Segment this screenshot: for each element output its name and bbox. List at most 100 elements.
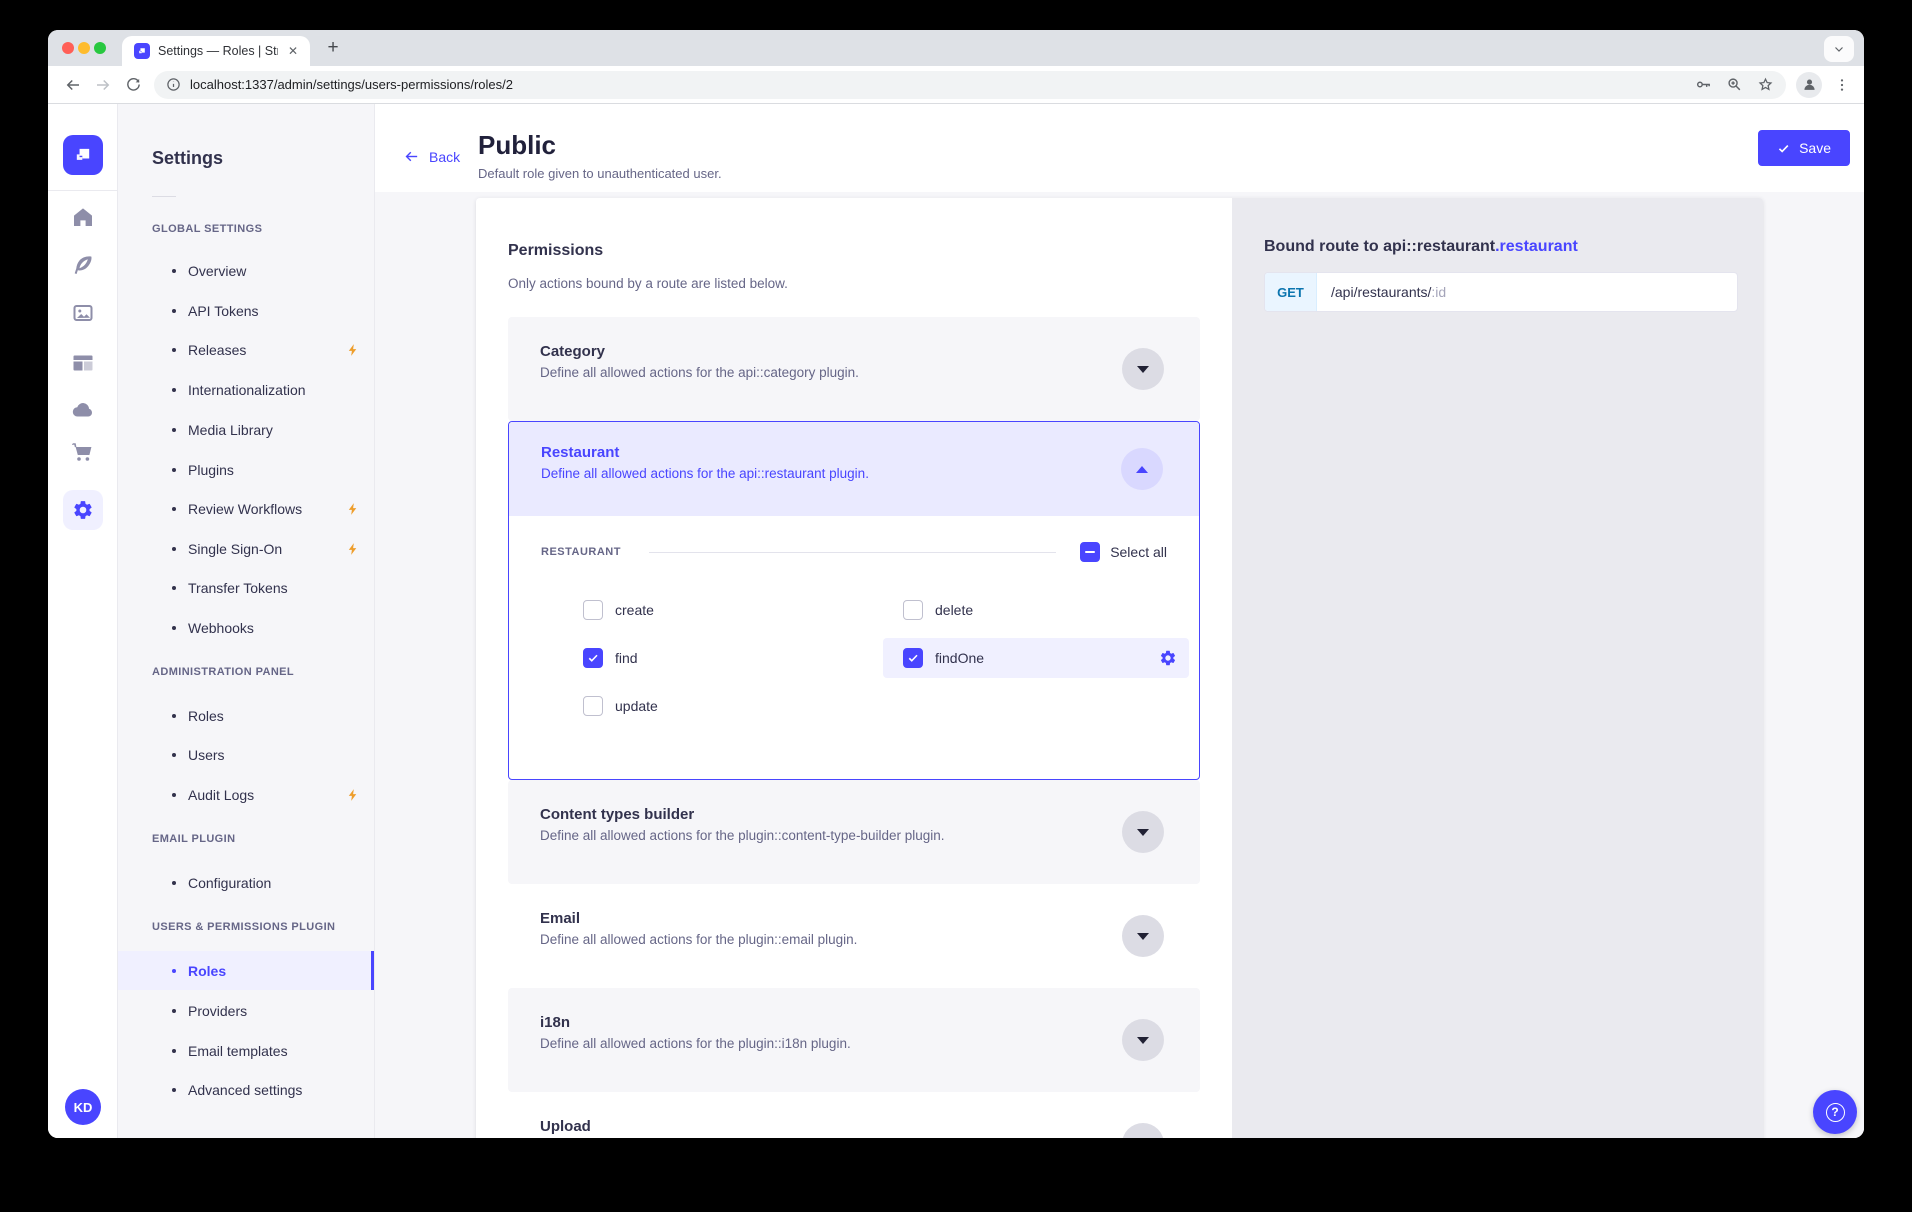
- zoom-window-button[interactable]: [94, 42, 106, 54]
- close-window-button[interactable]: [62, 42, 74, 54]
- browser-tab[interactable]: Settings — Roles | Strapi ✕: [122, 36, 310, 66]
- sidebar-item-internationalization[interactable]: Internationalization: [172, 378, 360, 402]
- settings-subnav: Settings GLOBAL SETTINGS Overview API To…: [118, 104, 375, 1138]
- sidebar-item-transfer-tokens[interactable]: Transfer Tokens: [172, 576, 360, 600]
- sidebar-item-audit-logs[interactable]: Audit Logs: [172, 783, 360, 807]
- question-mark-icon: ?: [1826, 1103, 1845, 1122]
- find-checkbox[interactable]: [583, 648, 603, 668]
- subnav-title: Settings: [152, 148, 223, 169]
- bullet-icon: [172, 1088, 176, 1092]
- delete-checkbox[interactable]: [903, 600, 923, 620]
- sidebar-item-providers[interactable]: Providers: [172, 999, 360, 1023]
- action-find[interactable]: find: [563, 638, 883, 678]
- accordion-desc: Define all allowed actions for the plugi…: [540, 828, 1080, 843]
- bullet-icon: [172, 547, 176, 551]
- sidebar-item-plugins[interactable]: Plugins: [172, 458, 360, 482]
- main-nav-rail: KD: [48, 104, 118, 1138]
- create-checkbox[interactable]: [583, 600, 603, 620]
- accordion-restaurant-header[interactable]: Restaurant Define all allowed actions fo…: [509, 422, 1199, 516]
- bullet-icon: [172, 586, 176, 590]
- url-text[interactable]: localhost:1337/admin/settings/users-perm…: [190, 77, 1695, 92]
- tab-search-chevron-icon[interactable]: [1824, 36, 1854, 62]
- browser-profile-avatar[interactable]: [1796, 72, 1822, 98]
- expand-chevron-icon[interactable]: [1122, 1019, 1164, 1061]
- accordion-desc: Define all allowed actions for the plugi…: [540, 932, 1080, 947]
- bound-route-panel: Bound route to api::restaurant.restauran…: [1232, 198, 1763, 1138]
- sidebar-item-email-templates[interactable]: Email templates: [172, 1039, 360, 1063]
- accordion-title: i18n: [540, 1014, 1080, 1031]
- media-library-icon[interactable]: [71, 301, 95, 325]
- findone-settings-gear-icon[interactable]: [1159, 649, 1177, 667]
- sidebar-item-single-sign-on[interactable]: Single Sign-On: [172, 537, 360, 561]
- route-path: /api/restaurants/:id: [1331, 284, 1446, 300]
- back-nav-icon[interactable]: [58, 70, 88, 100]
- back-link[interactable]: Back: [403, 148, 460, 165]
- settings-gear-icon[interactable]: [63, 490, 103, 530]
- section-divider: [649, 552, 1056, 553]
- sidebar-item-releases[interactable]: Releases: [172, 338, 360, 362]
- help-button[interactable]: ?: [1813, 1090, 1857, 1134]
- sidebar-item-api-tokens[interactable]: API Tokens: [172, 299, 360, 323]
- strapi-logo[interactable]: [63, 135, 103, 175]
- tab-close-icon[interactable]: ✕: [284, 42, 302, 60]
- browser-window: Settings — Roles | Strapi ✕ + localhost:…: [48, 30, 1864, 1138]
- home-icon[interactable]: [71, 205, 95, 229]
- sidebar-item-users[interactable]: Users: [172, 743, 360, 767]
- bullet-icon: [172, 507, 176, 511]
- user-avatar[interactable]: KD: [65, 1089, 101, 1125]
- findone-checkbox[interactable]: [903, 648, 923, 668]
- action-findone[interactable]: findOne: [883, 638, 1189, 678]
- new-tab-button[interactable]: +: [320, 35, 346, 61]
- collapse-chevron-icon[interactable]: [1121, 448, 1163, 490]
- bullet-icon: [172, 714, 176, 718]
- sidebar-item-up-roles-active[interactable]: Roles: [118, 951, 374, 990]
- bullet-icon: [172, 388, 176, 392]
- tab-title: Settings — Roles | Strapi: [158, 44, 278, 58]
- password-key-icon[interactable]: [1695, 76, 1712, 93]
- expand-chevron-icon[interactable]: [1122, 811, 1164, 853]
- update-checkbox[interactable]: [583, 696, 603, 716]
- sidebar-item-webhooks[interactable]: Webhooks: [172, 616, 360, 640]
- accordion-category[interactable]: Category Define all allowed actions for …: [508, 317, 1200, 421]
- action-delete[interactable]: delete: [883, 590, 1189, 630]
- find-label: find: [615, 650, 638, 666]
- bookmark-star-icon[interactable]: [1757, 76, 1774, 93]
- sidebar-item-review-workflows[interactable]: Review Workflows: [172, 497, 360, 521]
- page-subtitle: Default role given to unauthenticated us…: [478, 166, 722, 181]
- sidebar-item-admin-roles[interactable]: Roles: [172, 704, 360, 728]
- page-title: Public: [478, 130, 556, 161]
- accordion-email[interactable]: Email Define all allowed actions for the…: [508, 884, 1200, 988]
- zoom-page-icon[interactable]: [1726, 76, 1743, 93]
- expand-chevron-icon[interactable]: [1122, 1123, 1164, 1138]
- site-info-icon[interactable]: [166, 77, 181, 92]
- bullet-icon: [172, 1049, 176, 1053]
- accordion-i18n[interactable]: i18n Define all allowed actions for the …: [508, 988, 1200, 1092]
- accordion-upload[interactable]: Upload: [508, 1092, 1200, 1138]
- minimize-window-button[interactable]: [78, 42, 90, 54]
- page-header: Back Public Default role given to unauth…: [375, 104, 1864, 192]
- lightning-badge-icon: [346, 788, 360, 802]
- delete-label: delete: [935, 602, 973, 618]
- marketplace-cart-icon[interactable]: [71, 440, 95, 464]
- content-manager-feather-icon[interactable]: [71, 253, 95, 277]
- sidebar-item-media-library[interactable]: Media Library: [172, 418, 360, 442]
- action-create[interactable]: create: [563, 590, 883, 630]
- accordion-content-types-builder[interactable]: Content types builder Define all allowed…: [508, 780, 1200, 884]
- route-input[interactable]: GET /api/restaurants/:id: [1264, 272, 1738, 312]
- deploy-cloud-icon[interactable]: [71, 398, 95, 422]
- select-all-checkbox[interactable]: [1080, 542, 1100, 562]
- permissions-subtitle: Only actions bound by a route are listed…: [508, 276, 1200, 291]
- expand-chevron-icon[interactable]: [1122, 348, 1164, 390]
- url-bar[interactable]: localhost:1337/admin/settings/users-perm…: [154, 71, 1786, 99]
- content-type-builder-icon[interactable]: [71, 351, 95, 375]
- sidebar-item-advanced-settings[interactable]: Advanced settings: [172, 1078, 360, 1102]
- expand-chevron-icon[interactable]: [1122, 915, 1164, 957]
- reload-icon[interactable]: [118, 70, 148, 100]
- sidebar-item-configuration[interactable]: Configuration: [172, 871, 360, 895]
- action-update[interactable]: update: [563, 686, 883, 726]
- accordion-title: Content types builder: [540, 806, 1080, 823]
- browser-menu-kebab-icon[interactable]: [1834, 77, 1850, 93]
- save-button[interactable]: Save: [1758, 130, 1850, 166]
- forward-nav-icon[interactable]: [88, 70, 118, 100]
- sidebar-item-overview[interactable]: Overview: [172, 259, 360, 283]
